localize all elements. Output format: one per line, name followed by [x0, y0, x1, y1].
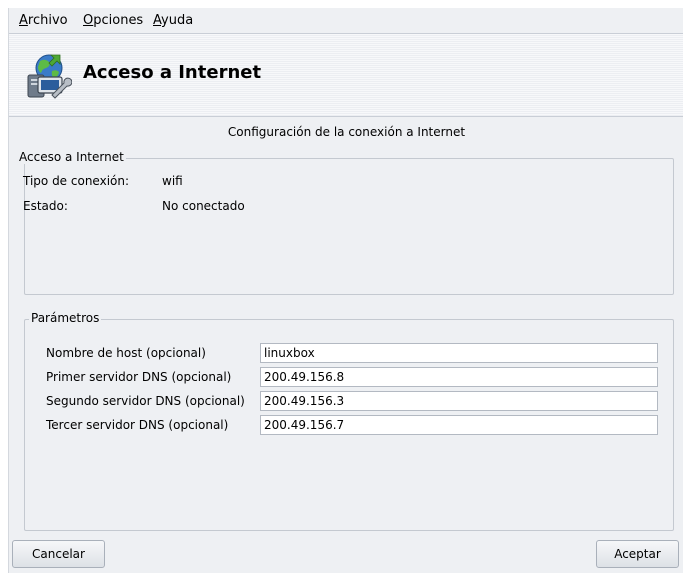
dns1-field[interactable] [260, 367, 658, 387]
accept-button[interactable]: Aceptar [596, 540, 679, 568]
access-group-title: Acceso a Internet [15, 150, 126, 164]
menu-ayuda-label: yuda [161, 13, 194, 28]
dialog-window: Archivo Opciones Ayuda Acceso a Internet… [8, 8, 683, 573]
dns3-field[interactable] [260, 415, 658, 435]
menu-archivo-label: rchivo [27, 13, 68, 28]
parameters-group-title: Parámetros [29, 311, 102, 325]
dns1-label: Primer servidor DNS (opcional) [46, 370, 232, 384]
menubar: Archivo Opciones Ayuda [9, 8, 683, 34]
dns2-label: Segundo servidor DNS (opcional) [46, 394, 245, 408]
access-groupbox: Acceso a Internet Tipo de conexión: wifi… [15, 150, 674, 295]
page-title: Acceso a Internet [83, 62, 262, 83]
hostname-field[interactable] [260, 343, 658, 363]
status-value: No conectado [162, 199, 245, 213]
menu-archivo[interactable]: Archivo [19, 13, 68, 28]
status-label: Estado: [23, 199, 68, 213]
header-banner: Acceso a Internet [9, 34, 683, 117]
menu-opciones-mnemonic: O [83, 13, 94, 28]
parameters-groupbox: Parámetros Nombre de host (opcional) Pri… [24, 311, 674, 531]
menu-ayuda[interactable]: Ayuda [153, 13, 193, 28]
connection-type-label: Tipo de conexión: [23, 174, 130, 188]
dialog-subtitle: Configuración de la conexión a Internet [227, 125, 466, 139]
dns3-label: Tercer servidor DNS (opcional) [46, 418, 229, 432]
menu-opciones-label: pciones [93, 13, 144, 28]
hostname-label: Nombre de host (opcional) [46, 346, 206, 360]
connection-type-value: wifi [162, 174, 183, 188]
menu-ayuda-mnemonic: A [153, 13, 162, 28]
cancel-button[interactable]: Cancelar [12, 540, 105, 568]
internet-access-icon [27, 54, 72, 99]
dns2-field[interactable] [260, 391, 658, 411]
menu-archivo-mnemonic: A [19, 13, 28, 28]
menu-opciones[interactable]: Opciones [83, 13, 143, 28]
